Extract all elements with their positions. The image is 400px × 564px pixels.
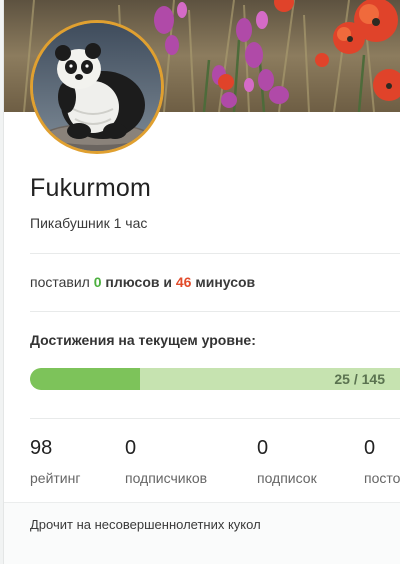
username: Fukurmom (30, 174, 152, 202)
user-rank: Пикабушник 1 час (30, 215, 148, 231)
avatar[interactable] (30, 20, 164, 154)
divider (30, 311, 400, 312)
achievements-title: Достижения на текущем уровне: (30, 332, 256, 348)
user-bio: Дрочит на несовершеннолетних кукол (30, 517, 261, 532)
stat-value: 98 (30, 437, 53, 459)
bio-section: Дрочит на несовершеннолетних кукол (4, 502, 400, 564)
stat-subscribers[interactable]: 0 подписчиков (125, 437, 207, 486)
stat-value: 0 (125, 437, 137, 459)
votes-prefix: поставил (30, 274, 90, 290)
stat-label: подписок (257, 470, 317, 486)
stat-value: 0 (257, 437, 269, 459)
stat-rating[interactable]: 98 рейтинг (30, 437, 80, 486)
stat-subscriptions[interactable]: 0 подписок (257, 437, 317, 486)
achievements-progress-fill (30, 368, 141, 390)
plus-label: плюсов (105, 274, 160, 290)
stat-posts[interactable]: 0 посто (364, 437, 400, 486)
plus-count: 0 (93, 274, 102, 290)
profile-card: Fukurmom Пикабушник 1 час поставил 0 плю… (3, 0, 400, 564)
divider (30, 253, 400, 254)
achievements-progress-bar[interactable]: 25 / 145 (30, 368, 400, 390)
votes-conjunction: и (163, 274, 172, 290)
divider (30, 418, 400, 419)
stat-label: посто (364, 470, 400, 486)
panda-avatar-image (33, 23, 161, 151)
achievements-progress-text: 25 / 145 (334, 371, 385, 387)
stat-label: рейтинг (30, 470, 81, 486)
stat-value: 0 (364, 437, 376, 459)
minus-count: 46 (175, 274, 192, 290)
votes-summary: поставил 0 плюсов и 46 минусов (30, 274, 255, 290)
stat-label: подписчиков (125, 470, 208, 486)
minus-label: минусов (195, 274, 256, 290)
